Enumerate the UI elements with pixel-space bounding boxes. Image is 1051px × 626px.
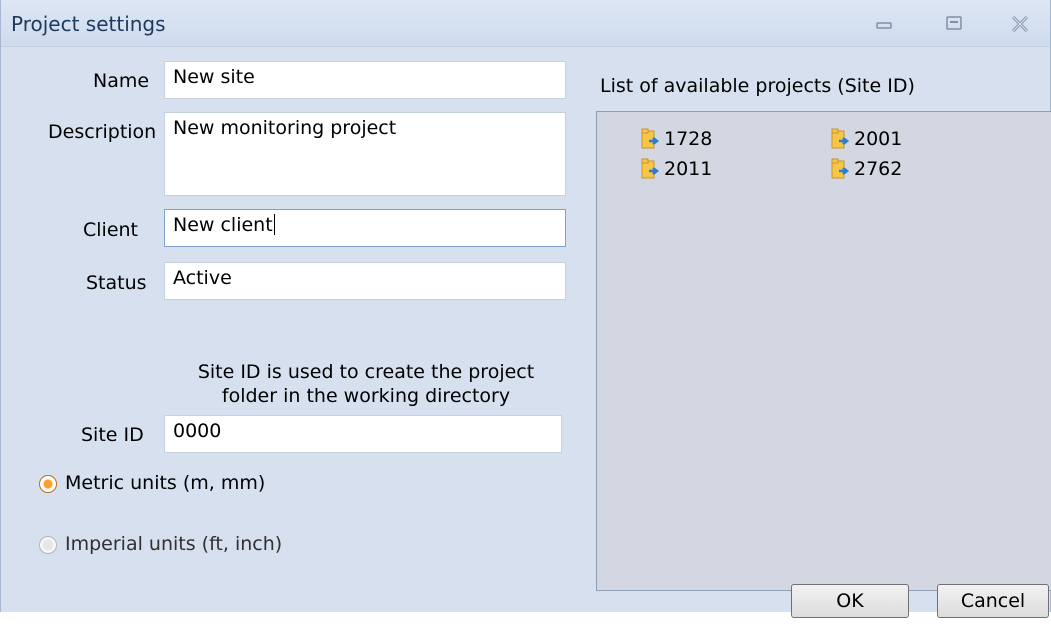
description-label: Description — [48, 121, 157, 143]
metric-units-label[interactable]: Metric units (m, mm) — [65, 472, 265, 494]
maximize-icon — [946, 16, 962, 30]
client-label: Client — [83, 219, 139, 241]
imperial-units-label[interactable]: Imperial units (ft, inch) — [65, 533, 282, 555]
ok-button[interactable]: OK — [791, 584, 909, 618]
description-textarea[interactable]: New monitoring project — [164, 112, 566, 196]
folder-arrow-icon — [831, 158, 850, 179]
status-input[interactable]: Active — [164, 262, 566, 300]
imperial-units-radio[interactable] — [39, 536, 57, 554]
close-icon — [1011, 15, 1029, 33]
folder-arrow-icon — [831, 128, 850, 149]
project-item[interactable]: 2001 — [831, 128, 902, 150]
site-id-note: Site ID is used to create the project fo… — [171, 360, 561, 408]
projects-listbox[interactable]: 1728 2001 2011 2762 — [596, 111, 1051, 591]
text-caret — [273, 214, 275, 235]
maximize-button[interactable] — [941, 14, 967, 36]
projects-list-header: List of available projects (Site ID) — [600, 75, 915, 97]
minimize-icon — [876, 22, 892, 29]
title-bar[interactable]: Project settings — [1, 0, 1050, 47]
project-item[interactable]: 2762 — [831, 158, 902, 180]
site-id-input[interactable]: 0000 — [164, 415, 562, 453]
project-item-label: 2762 — [854, 158, 903, 180]
client-input[interactable]: New client — [164, 209, 566, 247]
metric-units-radio[interactable] — [39, 475, 57, 493]
minimize-button[interactable] — [871, 14, 897, 36]
project-item[interactable]: 2011 — [641, 158, 712, 180]
project-item-label: 2011 — [664, 158, 713, 180]
site-id-note-line1: Site ID is used to create the project — [197, 361, 535, 383]
site-id-label: Site ID — [81, 424, 144, 446]
cancel-button[interactable]: Cancel — [937, 584, 1049, 618]
status-label: Status — [86, 272, 147, 294]
window-title: Project settings — [11, 12, 166, 36]
client-value: New client — [173, 214, 273, 236]
site-id-note-line2: folder in the working directory — [221, 385, 511, 407]
name-input[interactable]: New site — [164, 61, 566, 99]
project-item[interactable]: 1728 — [641, 128, 712, 150]
folder-arrow-icon — [641, 128, 660, 149]
folder-arrow-icon — [641, 158, 660, 179]
project-settings-window: Project settings Name New site Descripti… — [0, 0, 1051, 618]
project-item-label: 2001 — [854, 128, 903, 150]
close-button[interactable] — [1007, 14, 1033, 36]
project-item-label: 1728 — [664, 128, 713, 150]
name-label: Name — [93, 70, 150, 92]
